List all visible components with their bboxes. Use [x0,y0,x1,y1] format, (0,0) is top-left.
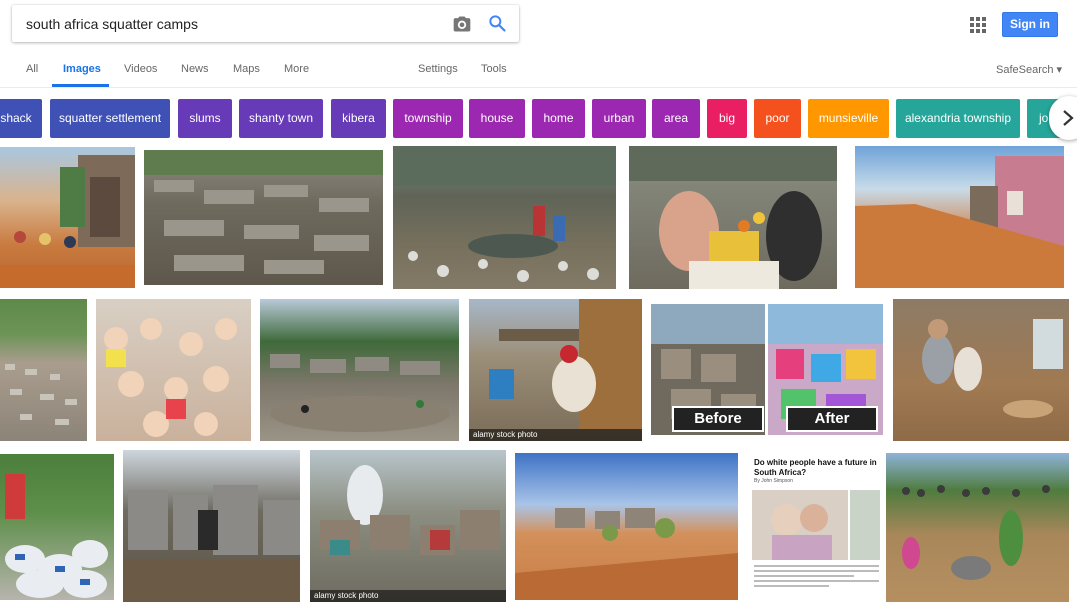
tabs-divider [0,87,1077,88]
chip-shanty-town[interactable]: shanty town [239,99,323,138]
image-result[interactable] [393,146,616,289]
chip-alexandria-township[interactable]: alexandria township [896,99,1020,138]
garbage-stream-photo [393,146,616,282]
image-result[interactable] [123,450,300,602]
chip-big[interactable]: big [707,99,747,138]
image-result[interactable] [886,453,1069,602]
image-result[interactable]: Before After [651,304,883,435]
image-result[interactable] [0,454,114,600]
settings-link[interactable]: Settings [418,63,458,75]
image-result[interactable] [515,453,738,600]
chip-urban[interactable]: urban [592,99,646,138]
chip-home[interactable]: home [532,99,585,138]
chip-kibera[interactable]: kibera [331,99,386,138]
food-parcels-photo [5,474,108,598]
tab-news[interactable]: News [181,63,209,75]
image-result[interactable] [144,150,383,285]
tab-videos[interactable]: Videos [124,63,157,75]
article-text-lines [754,565,879,590]
watermark: alamy stock photo [469,429,642,441]
chip-slums[interactable]: slums [178,99,232,138]
chip-house[interactable]: house [469,99,525,138]
image-result[interactable] [855,146,1064,288]
image-result[interactable] [0,147,135,288]
tin-shacks-photo [123,485,300,602]
smoke-shacks-photo [320,465,500,555]
sign-in-button[interactable]: Sign in [1002,12,1058,37]
chevron-right-icon [1063,110,1074,126]
image-result[interactable] [629,146,837,289]
chips-next-button[interactable] [1049,96,1077,140]
man-working-photo [489,299,642,429]
chip-munsieville[interactable]: munsieville [808,99,889,138]
image-result[interactable] [260,299,459,441]
dump-shacks-photo [270,354,450,432]
search-icon[interactable] [487,13,507,33]
dry-field-shacks-photo [515,508,738,600]
article-byline: By John Simpson [754,478,793,484]
tools-link[interactable]: Tools [481,63,507,75]
camera-icon[interactable] [452,14,472,34]
image-result[interactable] [893,299,1069,441]
image-result[interactable] [96,299,251,441]
image-result[interactable]: alamy stock photo [310,450,506,602]
dirt-road-child-photo [855,156,1064,288]
article-result[interactable]: Do white people have a future in South A… [750,450,884,602]
tab-all[interactable]: All [26,63,38,75]
watermark: alamy stock photo [310,590,506,602]
crowd-field-photo [902,485,1050,580]
family-shack-photo [922,319,1063,418]
article-title: Do white people have a future in South A… [754,458,877,477]
article-sidebar [850,490,880,560]
image-result[interactable]: alamy stock photo [469,299,642,441]
tab-maps[interactable]: Maps [233,63,260,75]
search-box[interactable] [12,5,519,42]
before-label: Before [672,406,764,432]
chip-squatter-settlement[interactable]: squatter settlement [50,99,170,138]
food-stall-photo [629,146,837,289]
after-label: After [786,406,878,432]
chip-shack[interactable]: shack [0,99,42,138]
aerial-settlement-photo [5,364,77,425]
chip-area[interactable]: area [652,99,700,138]
shacks-street-photo [0,155,135,288]
apps-grid-icon[interactable] [970,17,986,33]
safesearch-dropdown[interactable]: SafeSearch ▾ [996,63,1062,76]
search-input[interactable] [26,14,436,34]
aerial-shacks-photo [144,150,383,274]
tab-images[interactable]: Images [63,63,101,75]
chip-poor[interactable]: poor [754,99,801,138]
image-result[interactable] [0,299,87,441]
chip-township[interactable]: township [393,99,463,138]
children-group-photo [104,318,237,437]
tab-more[interactable]: More [284,63,309,75]
article-photo [752,490,848,560]
